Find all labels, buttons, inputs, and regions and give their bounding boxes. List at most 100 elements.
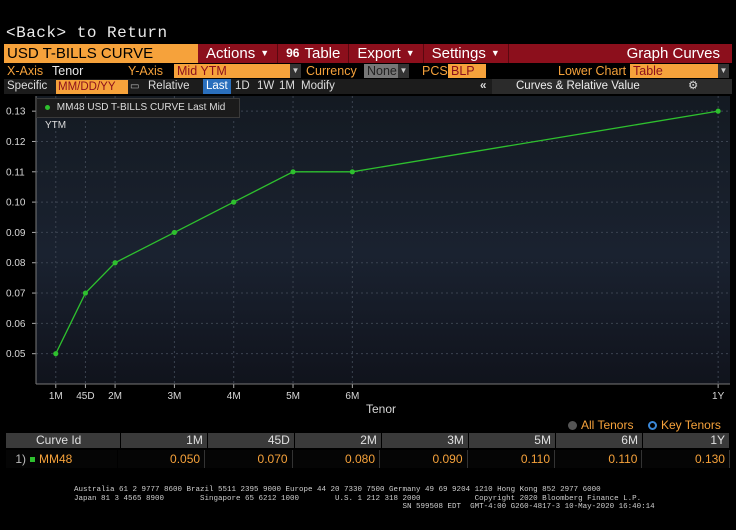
- collapse-icon[interactable]: «: [480, 79, 486, 94]
- tab-1m[interactable]: 1M: [279, 79, 295, 94]
- y-tick-label: 0.11: [6, 167, 25, 178]
- tab-1w[interactable]: 1W: [257, 79, 274, 94]
- tab-last[interactable]: Last: [203, 79, 231, 94]
- curve-title: USD T-BILLS CURVE: [4, 44, 198, 63]
- export-menu[interactable]: Export ▼: [349, 44, 424, 63]
- table-header: Curve Id 1M 45D 2M 3M 5M 6M 1Y: [6, 433, 730, 448]
- menu-spacer: [509, 44, 627, 63]
- x-tick-label: 1M: [49, 391, 63, 402]
- all-tenors-option[interactable]: All Tenors: [568, 418, 633, 432]
- value-1m: 0.050: [118, 450, 206, 468]
- calendar-icon[interactable]: ▭: [130, 79, 139, 94]
- value-5m: 0.110: [468, 450, 555, 468]
- value-2m: 0.080: [293, 450, 381, 468]
- data-point: [349, 169, 355, 175]
- x-tick-label: 2M: [108, 391, 122, 402]
- caret-down-icon: ▼: [405, 48, 415, 58]
- data-point: [82, 290, 89, 296]
- back-to-return-hint[interactable]: <Back> to Return: [6, 24, 168, 42]
- key-tenors-option[interactable]: Key Tenors: [648, 418, 721, 432]
- value-45d: 0.070: [205, 450, 293, 468]
- header-45d: 45D: [208, 433, 295, 448]
- modify-button[interactable]: Modify: [301, 79, 335, 94]
- currency-field[interactable]: None: [364, 64, 398, 78]
- chart-legend: MM48 USD T-BILLS CURVE Last Mid YTM: [36, 98, 240, 131]
- value-1y: 0.130: [642, 450, 730, 468]
- y-tick-label: 0.10: [6, 198, 26, 209]
- caret-down-icon: ▼: [260, 48, 270, 58]
- data-point: [53, 351, 59, 357]
- date-input[interactable]: MM/DD/YY: [56, 79, 128, 94]
- gear-icon[interactable]: ⚙: [688, 79, 698, 94]
- x-axis-label: X-Axis: [7, 64, 44, 78]
- x-tick-label: 5M: [286, 391, 300, 402]
- y-tick-label: 0.06: [6, 319, 26, 330]
- y-axis-field[interactable]: Mid YTM: [174, 64, 290, 78]
- all-tenors-label: All Tenors: [581, 418, 634, 432]
- menu-bar: USD T-BILLS CURVE Actions ▼ 96 Table Exp…: [4, 44, 732, 63]
- y-tick-label: 0.12: [6, 137, 26, 148]
- specific-label: Specific: [7, 80, 48, 92]
- date-selector-bar: Specific MM/DD/YY ▭ Relative Last 1D 1W …: [4, 79, 732, 94]
- y-tick-label: 0.13: [6, 107, 26, 118]
- key-tenors-label: Key Tenors: [661, 418, 721, 432]
- legend-marker-icon: [45, 104, 50, 110]
- y-tick-label: 0.07: [6, 289, 26, 300]
- data-point: [715, 108, 721, 114]
- header-2m: 2M: [295, 433, 382, 448]
- axis-settings-bar: X-Axis Tenor Y-Axis Mid YTM ▼ Currency N…: [4, 63, 732, 79]
- header-6m: 6M: [556, 433, 643, 448]
- tab-1d[interactable]: 1D: [235, 79, 250, 94]
- y-tick-label: 0.05: [6, 349, 26, 360]
- x-tick-label: 6M: [345, 391, 359, 402]
- currency-label: Currency: [306, 64, 357, 78]
- x-tick-label: 1Y: [712, 391, 725, 402]
- lower-chart-label: Lower Chart: [558, 64, 627, 78]
- value-6m: 0.110: [555, 450, 643, 468]
- settings-menu[interactable]: Settings ▼: [424, 44, 509, 63]
- plot-area: [36, 96, 730, 384]
- chart-svg: 0.05 0.06 0.07 0.08 0.09 0.10 0.11 0.12 0.13 1M 45…: [6, 96, 730, 416]
- data-point: [171, 229, 178, 236]
- lower-chart-field[interactable]: Table: [630, 64, 718, 78]
- x-tick-label: 4M: [227, 391, 241, 402]
- y-axis-dropdown-icon[interactable]: ▼: [290, 64, 301, 78]
- settings-label: Settings: [431, 45, 486, 62]
- y-axis-label: Y-Axis: [128, 64, 163, 78]
- data-point: [231, 199, 237, 205]
- actions-menu[interactable]: Actions ▼: [198, 44, 279, 63]
- header-3m: 3M: [382, 433, 469, 448]
- table-button[interactable]: 96 Table: [278, 44, 350, 63]
- currency-dropdown-icon[interactable]: ▼: [398, 64, 409, 78]
- table-label: Table: [304, 45, 341, 62]
- radio-off-icon: [568, 421, 577, 430]
- series-marker-icon: [30, 456, 35, 462]
- data-point: [112, 260, 118, 266]
- footer-contacts: Australia 61 2 9777 8600 Brazil 5511 239…: [74, 486, 734, 512]
- y-tick-label: 0.08: [6, 258, 26, 269]
- lower-chart-dropdown-icon[interactable]: ▼: [718, 64, 729, 78]
- data-point: [290, 169, 296, 175]
- export-label: Export: [357, 45, 401, 62]
- pcs-field[interactable]: BLP: [448, 64, 486, 78]
- curve-id[interactable]: MM48: [39, 450, 72, 468]
- curve-table: Curve Id 1M 45D 2M 3M 5M 6M 1Y 1) MM48 0…: [6, 433, 730, 479]
- yield-curve-chart: 0.05 0.06 0.07 0.08 0.09 0.10 0.11 0.12 0.13 1M 45…: [0, 94, 736, 420]
- graph-curves-label: Graph Curves: [626, 45, 720, 62]
- actions-label: Actions: [206, 45, 256, 62]
- value-3m: 0.090: [380, 450, 468, 468]
- footer-line-3: SN 599508 EDT GMT-4:00 G260-4817-3 10-Ma…: [74, 503, 655, 511]
- x-axis-value[interactable]: Tenor: [52, 64, 83, 78]
- table-row[interactable]: 1) MM48 0.050 0.070 0.080 0.090 0.110 0.…: [6, 450, 730, 468]
- pcs-label: PCS: [422, 64, 448, 78]
- header-curve-id: Curve Id: [6, 433, 121, 448]
- radio-on-icon: [648, 421, 657, 430]
- x-tick-label: 45D: [76, 391, 94, 402]
- footer-line-1: Australia 61 2 9777 8600 Brazil 5511 239…: [74, 486, 601, 494]
- caret-down-icon: ▼: [490, 48, 500, 58]
- header-1y: 1Y: [643, 433, 730, 448]
- curve-id-cell: 1) MM48: [6, 450, 118, 468]
- x-axis-title: Tenor: [366, 402, 396, 416]
- header-1m: 1M: [121, 433, 208, 448]
- row-index: 1): [15, 452, 26, 466]
